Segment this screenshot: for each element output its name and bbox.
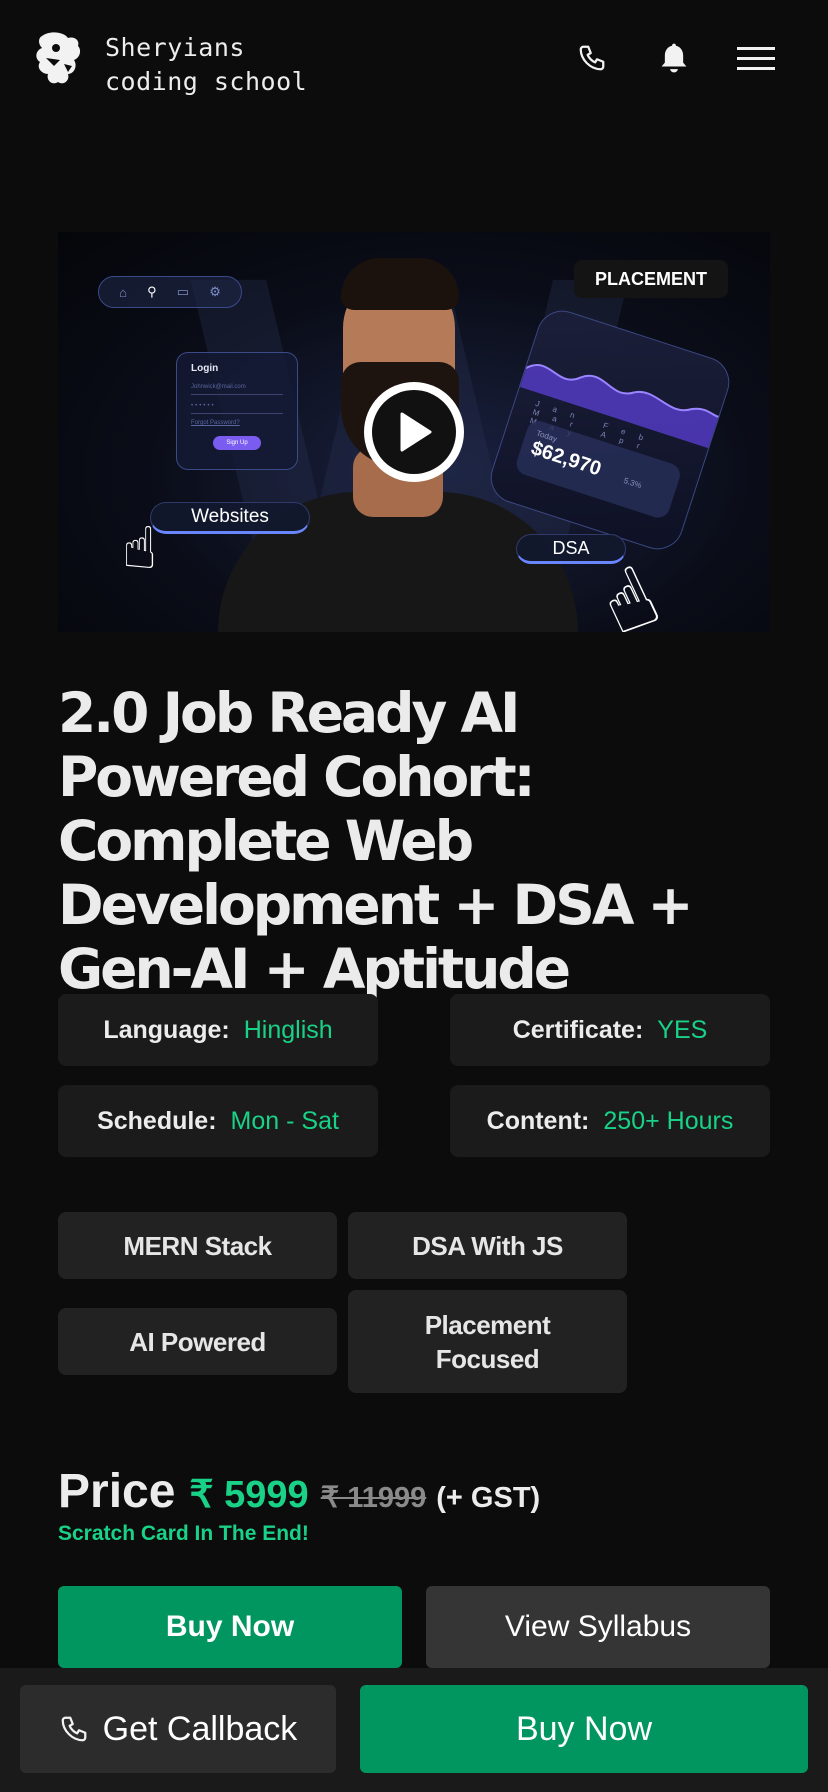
search-icon: ⚲	[147, 284, 157, 299]
info-key: Language:	[103, 1015, 230, 1044]
price-current: ₹ 5999	[189, 1474, 309, 1516]
chat-icon: ▭	[176, 284, 190, 299]
sticky-buy-now-button[interactable]: Buy Now	[360, 1685, 808, 1773]
placement-tag: PLACEMENT	[574, 260, 728, 298]
mock-nav-pill: ⌂ ⚲ ▭ ⚙	[98, 276, 242, 308]
login-email: Johnwick@mail.com	[191, 384, 246, 390]
sticky-bottom-bar: Get Callback Buy Now	[0, 1668, 828, 1792]
info-card-content: Content: 250+ Hours	[450, 1085, 770, 1157]
play-icon	[372, 390, 456, 474]
menu-icon[interactable]	[736, 38, 776, 78]
info-value: 250+ Hours	[603, 1106, 734, 1135]
login-password: ••••••	[191, 403, 216, 409]
site-header: Sheryians coding school	[0, 0, 828, 125]
price-gst: (+ GST)	[436, 1482, 541, 1514]
login-title: Login	[191, 363, 219, 374]
login-divider	[191, 413, 283, 414]
tag-ai-powered[interactable]: AI Powered	[58, 1308, 337, 1375]
view-syllabus-button[interactable]: View Syllabus	[426, 1586, 770, 1668]
login-signup: Sign Up	[213, 436, 261, 450]
get-callback-label: Get Callback	[102, 1709, 298, 1748]
info-value: YES	[657, 1015, 708, 1044]
phone-icon[interactable]	[572, 38, 612, 78]
price-row: Price ₹ 5999 ₹ 11999 (+ GST)	[58, 1464, 540, 1524]
buy-now-button[interactable]: Buy Now	[58, 1586, 402, 1668]
tag-dsa-with-js[interactable]: DSA With JS	[348, 1212, 627, 1279]
phone-icon	[61, 1716, 87, 1742]
tag-placement-focused[interactable]: Placement Focused	[348, 1290, 627, 1393]
course-video-thumbnail[interactable]: W ⌂ ⚲ ▭ ⚙ Login Johnwick@mail.com ••••••…	[58, 232, 770, 632]
tag-mern-stack[interactable]: MERN Stack	[58, 1212, 337, 1279]
play-button[interactable]	[364, 382, 464, 482]
brand-line-2: coding school	[105, 67, 308, 96]
price-label: Price	[58, 1465, 176, 1518]
scratch-card-note: Scratch Card In The End!	[58, 1522, 309, 1545]
brand-name[interactable]: Sheryians coding school	[105, 31, 307, 99]
websites-tag: Websites	[150, 502, 310, 534]
course-title: 2.0 Job Ready AI Powered Cohort: Complet…	[58, 681, 694, 1001]
pointer-hand-icon: ☝	[122, 514, 158, 582]
info-value: Mon - Sat	[230, 1106, 339, 1135]
info-card-certificate: Certificate: YES	[450, 994, 770, 1066]
logo-icon[interactable]	[34, 30, 84, 86]
bell-icon[interactable]	[654, 38, 694, 78]
info-card-schedule: Schedule: Mon - Sat	[58, 1085, 378, 1157]
info-card-language: Language: Hinglish	[58, 994, 378, 1066]
price-original: ₹ 11999	[320, 1482, 427, 1514]
info-value: Hinglish	[243, 1015, 333, 1044]
login-divider	[191, 394, 283, 395]
info-key: Schedule:	[97, 1106, 217, 1135]
info-key: Content:	[486, 1106, 590, 1135]
mock-login-card: Login Johnwick@mail.com •••••• Forgot Pa…	[176, 352, 298, 470]
info-key: Certificate:	[512, 1015, 644, 1044]
gear-icon: ⚙	[209, 284, 221, 299]
login-forgot: Forgot Password?	[191, 420, 240, 426]
get-callback-button[interactable]: Get Callback	[20, 1685, 336, 1773]
brand-line-1: Sheryians	[105, 33, 245, 62]
instructor-hair	[341, 258, 459, 310]
home-icon: ⌂	[119, 284, 127, 300]
